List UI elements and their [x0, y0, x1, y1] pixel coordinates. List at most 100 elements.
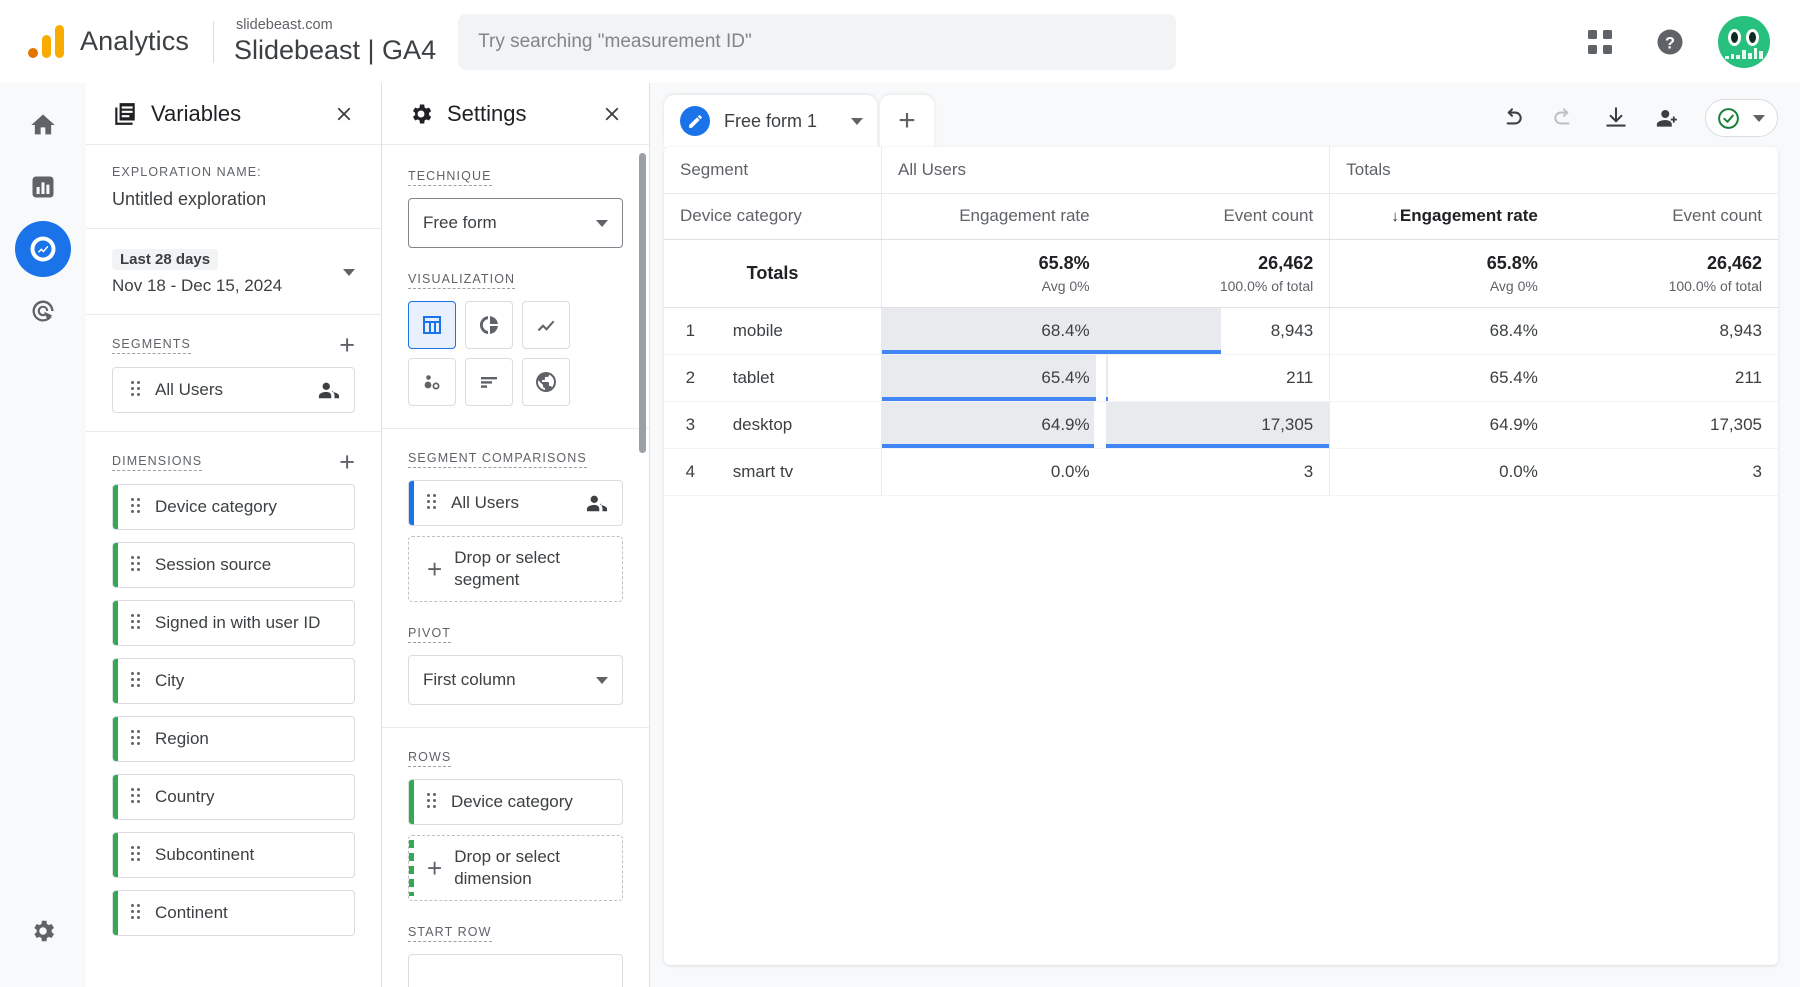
- segment-comparison-label: All Users: [451, 493, 520, 512]
- drag-handle-icon[interactable]: [131, 556, 143, 574]
- users-icon: [308, 379, 340, 401]
- viz-geo-button[interactable]: [522, 358, 570, 406]
- exploration-name-section: EXPLORATION NAME: Untitled exploration: [86, 145, 381, 229]
- dimension-label: Continent: [155, 903, 228, 922]
- technique-select[interactable]: Free form: [408, 198, 623, 248]
- account-avatar[interactable]: [1718, 15, 1770, 68]
- dimension-chip[interactable]: Continent: [112, 890, 355, 936]
- chevron-down-icon[interactable]: [343, 269, 355, 276]
- drag-handle-icon[interactable]: [427, 494, 439, 512]
- add-tab-button[interactable]: +: [880, 95, 935, 147]
- start-row-label: START ROW: [408, 925, 492, 942]
- explore-icon: [30, 236, 56, 262]
- close-icon[interactable]: [329, 99, 359, 129]
- drag-handle-icon[interactable]: [131, 498, 143, 516]
- segment-comparison-chip[interactable]: All Users: [408, 480, 623, 526]
- tab-free-form-1[interactable]: Free form 1: [664, 95, 878, 147]
- chevron-down-icon[interactable]: [851, 117, 864, 125]
- viz-table-button[interactable]: [408, 301, 456, 349]
- drag-handle-icon[interactable]: [131, 788, 143, 806]
- pivot-select[interactable]: First column: [408, 655, 623, 705]
- row-dimension-value[interactable]: tablet: [716, 354, 882, 402]
- drag-handle-icon[interactable]: [131, 614, 143, 632]
- start-row-section: START ROW: [408, 923, 623, 987]
- column-all-users-event-count[interactable]: Event count: [1105, 193, 1330, 240]
- table-row[interactable]: 1 mobile 68.4% 8,943 68.4% 8,943: [664, 307, 1778, 355]
- top-bar-actions: ?: [1578, 15, 1778, 68]
- sidebar-item-explore[interactable]: [15, 221, 71, 277]
- free-form-table-sheet: Segment All Users Totals Device category…: [664, 147, 1778, 965]
- viz-scatter-button[interactable]: [408, 358, 456, 406]
- apps-grid-icon[interactable]: [1578, 20, 1622, 64]
- sort-arrow-icon: ↓: [1391, 208, 1399, 225]
- table-body: 1 mobile 68.4% 8,943 68.4% 8,943 2 tablet 65.4% 2…: [664, 307, 1778, 496]
- rows-section: ROWS Device category + Drop or select di…: [408, 748, 623, 901]
- drag-handle-icon[interactable]: [131, 381, 143, 399]
- svg-text:?: ?: [1665, 34, 1675, 52]
- start-row-input[interactable]: [408, 954, 623, 987]
- column-device-category[interactable]: Device category: [664, 193, 882, 240]
- search-bar[interactable]: [458, 13, 1177, 70]
- search-input[interactable]: [478, 30, 1157, 53]
- exploration-name-value[interactable]: Untitled exploration: [112, 189, 355, 210]
- property-name: Slidebeast | GA4: [233, 34, 437, 65]
- add-dimension-button[interactable]: +: [339, 449, 355, 476]
- segment-chip-all-users[interactable]: All Users: [112, 367, 355, 413]
- row-index: 1: [664, 307, 717, 355]
- pencil-icon: [680, 106, 710, 136]
- row-dimension-value[interactable]: smart tv: [716, 448, 882, 496]
- table-row[interactable]: 3 desktop 64.9% 17,305 64.9% 17,305: [664, 401, 1778, 449]
- dimension-chip[interactable]: City: [112, 658, 355, 704]
- metric-value: 17,305: [1261, 414, 1314, 434]
- add-segment-button[interactable]: +: [339, 332, 355, 359]
- column-totals-event-count[interactable]: Event count: [1553, 193, 1778, 240]
- table-row[interactable]: 4 smart tv 0.0% 3 0.0% 3: [664, 448, 1778, 496]
- metric-cell: 211: [1105, 354, 1330, 402]
- rows-chip-device-category[interactable]: Device category: [408, 779, 623, 825]
- dimension-label: Country: [155, 787, 215, 806]
- drag-handle-icon[interactable]: [427, 793, 439, 811]
- undo-icon[interactable]: [1497, 103, 1527, 133]
- column-totals-engagement-rate[interactable]: ↓Engagement rate: [1329, 193, 1554, 240]
- dimension-label: Session source: [155, 555, 272, 574]
- drag-handle-icon[interactable]: [131, 904, 143, 922]
- chevron-down-icon: [596, 219, 608, 227]
- dimension-chip[interactable]: Session source: [112, 542, 355, 588]
- date-range-section[interactable]: Last 28 days Nov 18 - Dec 15, 2024: [86, 229, 381, 315]
- dimension-chip[interactable]: Region: [112, 716, 355, 762]
- viz-donut-button[interactable]: [465, 301, 513, 349]
- sidebar-item-admin[interactable]: [15, 903, 71, 959]
- status-badge[interactable]: [1705, 99, 1778, 137]
- close-icon[interactable]: [597, 99, 627, 129]
- help-icon[interactable]: ?: [1648, 20, 1692, 64]
- download-icon[interactable]: [1601, 103, 1631, 133]
- canvas-tools: [1497, 99, 1778, 147]
- row-dimension-value[interactable]: desktop: [716, 401, 882, 449]
- sidebar-item-advertising[interactable]: [15, 283, 71, 339]
- users-icon: [576, 492, 608, 514]
- dimension-label: Subcontinent: [155, 845, 255, 864]
- settings-scrollbar[interactable]: [639, 153, 646, 453]
- sidebar-item-reports[interactable]: [15, 159, 71, 215]
- sidebar-item-home[interactable]: [15, 97, 71, 153]
- drag-handle-icon[interactable]: [131, 730, 143, 748]
- row-dimension-value[interactable]: mobile: [716, 307, 882, 355]
- segment-dropzone[interactable]: + Drop or select segment: [408, 536, 623, 602]
- table-row[interactable]: 2 tablet 65.4% 211 65.4% 211: [664, 354, 1778, 402]
- dimension-chip[interactable]: Device category: [112, 484, 355, 530]
- dimension-chip[interactable]: Signed in with user ID: [112, 600, 355, 646]
- drag-handle-icon[interactable]: [131, 846, 143, 864]
- viz-bar-button[interactable]: [465, 358, 513, 406]
- column-all-users-engagement-rate[interactable]: Engagement rate: [881, 193, 1106, 240]
- totals-event-count: 3: [1553, 448, 1778, 496]
- dimension-chip[interactable]: Subcontinent: [112, 832, 355, 878]
- exploration-name-label: EXPLORATION NAME:: [112, 165, 262, 179]
- dimension-chip[interactable]: Country: [112, 774, 355, 820]
- add-user-icon[interactable]: [1653, 103, 1683, 133]
- viz-line-button[interactable]: [522, 301, 570, 349]
- rows-dropzone[interactable]: + Drop or select dimension: [408, 835, 623, 901]
- metric-cell: 64.9%: [881, 401, 1106, 449]
- variables-icon: [112, 101, 138, 127]
- property-selector[interactable]: slidebeast.com Slidebeast | GA4: [234, 17, 436, 67]
- drag-handle-icon[interactable]: [131, 672, 143, 690]
